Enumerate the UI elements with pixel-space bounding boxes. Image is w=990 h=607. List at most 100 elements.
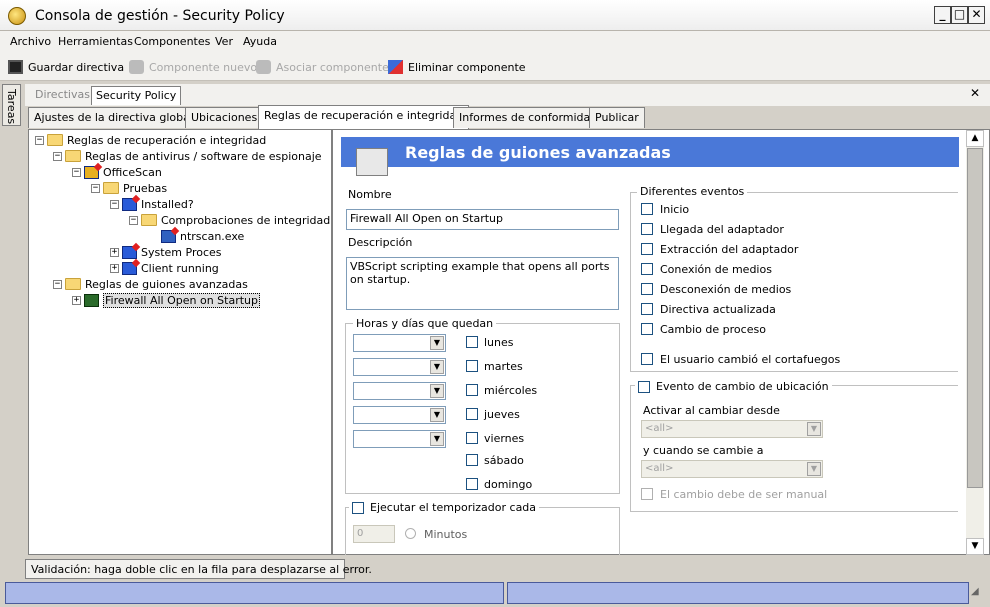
day-time-select[interactable]: ▼ [353,382,446,400]
collapse-icon: − [35,134,44,145]
close-button[interactable]: ✕ [968,6,985,24]
and-when-label: y cuando se cambie a [643,444,764,457]
menu-ayuda[interactable]: Ayuda [243,35,277,48]
name-field[interactable]: Firewall All Open on Startup [346,209,619,230]
minutes-radio[interactable] [405,528,416,539]
tree-node[interactable]: − Installed? [110,196,194,212]
event-label: Llegada del adaptador [660,223,784,236]
manual-change-checkbox[interactable] [641,488,653,500]
save-policy-button[interactable]: Guardar directiva [8,60,124,74]
and-when-select[interactable]: <all> ▼ [641,460,823,478]
tree-node[interactable]: − OfficeScan [72,164,162,180]
window-title: Consola de gestión - Security Policy [35,8,285,24]
tree-node[interactable]: − Comprobaciones de integridad [129,212,330,228]
tree-node[interactable]: − Pruebas [91,180,167,196]
event-label: Conexión de medios [660,263,772,276]
new-component-button[interactable]: Componente nuevo [129,60,257,74]
scroll-down-icon[interactable]: ▼ [966,538,984,555]
tree-node[interactable]: − Reglas de antivirus / software de espio… [53,148,322,164]
hours-group-title: Horas y días que quedan [353,317,497,330]
timer-spinner[interactable]: 0 [353,525,395,543]
tab-recovery-rules[interactable]: Reglas de recuperación e integridad [258,105,470,129]
close-document-icon[interactable]: ✕ [970,86,980,100]
folder-icon [65,278,81,290]
tab-global-settings[interactable]: Ajustes de la directiva global [28,107,199,128]
event-policy-updated-checkbox[interactable] [641,303,653,315]
maximize-button[interactable]: □ [951,6,968,24]
tree-node[interactable]: ntrscan.exe [161,228,244,244]
menu-herramientas[interactable]: Herramientas [58,35,133,48]
event-label: Extracción del adaptador [660,243,799,256]
minimize-button[interactable]: _ [934,6,951,24]
activate-from-select[interactable]: <all> ▼ [641,420,823,438]
wednesday-checkbox[interactable] [466,384,478,396]
manual-change-label: El cambio debe de ser manual [660,488,828,501]
associate-component-button[interactable]: Asociar componente [256,60,389,74]
scroll-thumb[interactable] [967,148,983,488]
tab-locations[interactable]: Ubicaciones [185,107,264,128]
day-time-select[interactable]: ▼ [353,358,446,376]
firewall-changed-checkbox[interactable] [641,353,653,365]
location-change-checkbox[interactable] [638,380,650,393]
tab-compliance-reports[interactable]: Informes de conformidad [453,107,604,128]
firewall-changed-label: El usuario cambió el cortafuegos [660,353,841,366]
tab-directivas[interactable]: Directivas [31,86,94,105]
event-adapter-arrival-checkbox[interactable] [641,223,653,235]
menu-componentes[interactable]: Componentes [134,35,210,48]
collapse-icon: − [129,214,138,225]
event-process-change-checkbox[interactable] [641,323,653,335]
delete-component-button[interactable]: Eliminar componente [388,60,526,74]
tasks-side-tab[interactable]: Tareas [2,84,21,126]
event-adapter-removal-checkbox[interactable] [641,243,653,255]
tuesday-checkbox[interactable] [466,360,478,372]
tree-node[interactable]: − Reglas de recuperación e integridad [35,132,266,148]
tab-security-policy[interactable]: Security Policy [91,86,182,105]
tree-node[interactable]: − Reglas de guiones avanzadas [53,276,248,292]
menu-ver[interactable]: Ver [215,35,233,48]
day-time-select[interactable]: ▼ [353,334,446,352]
day-label: domingo [484,478,533,491]
menu-archivo[interactable]: Archivo [10,35,51,48]
file-check-icon [161,229,176,243]
day-time-select[interactable]: ▼ [353,406,446,424]
associate-icon [256,60,271,74]
scroll-up-icon[interactable]: ▲ [966,130,984,147]
script-rule-icon [356,148,388,176]
friday-checkbox[interactable] [466,432,478,444]
panel-title: Reglas de guiones avanzadas [405,143,671,162]
event-media-connect-checkbox[interactable] [641,263,653,275]
tree-node[interactable]: + System Proces [110,244,222,260]
event-label: Inicio [660,203,690,216]
delete-icon [388,60,403,74]
tree-node-selected[interactable]: + Firewall All Open on Startup [72,292,261,308]
location-group-title: Evento de cambio de ubicación [635,380,832,393]
event-label: Desconexión de medios [660,283,792,296]
day-time-select[interactable]: ▼ [353,430,446,448]
sunday-checkbox[interactable] [466,478,478,490]
description-label: Descripción [348,236,413,249]
saturday-checkbox[interactable] [466,454,478,466]
collapse-icon: − [72,166,81,177]
name-label: Nombre [348,188,392,201]
status-bar-right [507,582,969,604]
tab-publish[interactable]: Publicar [589,107,645,128]
rules-tree: − Reglas de recuperación e integridad − Re… [28,129,332,555]
dropdown-arrow-icon: ▼ [807,422,821,436]
description-field[interactable]: VBScript scripting example that opens al… [346,257,619,310]
thursday-checkbox[interactable] [466,408,478,420]
resize-grip-icon[interactable]: ◢ [971,586,979,597]
event-startup-checkbox[interactable] [641,203,653,215]
tree-node[interactable]: + Client running [110,260,219,276]
monday-checkbox[interactable] [466,336,478,348]
day-label: sábado [484,454,524,467]
folder-icon [65,150,81,162]
app-icon [8,7,26,25]
day-label: jueves [484,408,520,421]
event-label: Cambio de proceso [660,323,766,336]
dropdown-arrow-icon: ▼ [430,336,444,350]
event-media-disconnect-checkbox[interactable] [641,283,653,295]
timer-group-title: Ejecutar el temporizador cada [349,501,540,514]
timer-checkbox[interactable] [352,501,364,514]
event-label: Directiva actualizada [660,303,776,316]
day-label: martes [484,360,523,373]
